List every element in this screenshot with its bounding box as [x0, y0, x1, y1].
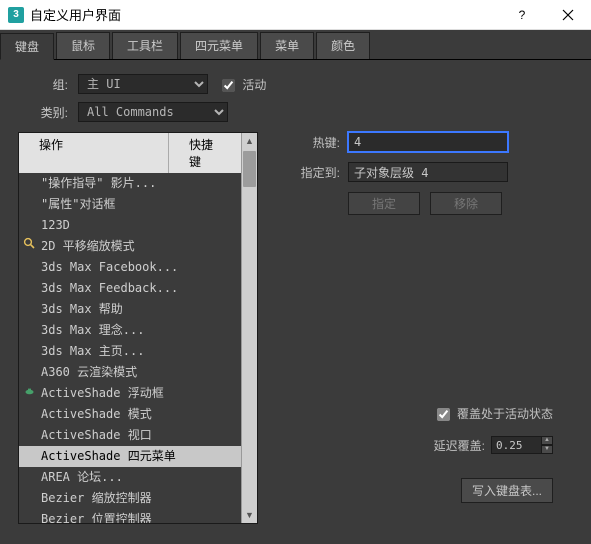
list-item-label: 3ds Max 主页... [41, 344, 144, 358]
spinner-down-icon[interactable]: ▼ [541, 445, 553, 454]
list-item-label: 123D [41, 218, 70, 232]
zoom-icon [23, 237, 37, 251]
list-item-properties-dialog[interactable]: "属性"对话框 [19, 194, 241, 215]
spinner-up-icon[interactable]: ▲ [541, 436, 553, 445]
list-item-bezier-position[interactable]: Bezier 位置控制器 [19, 509, 241, 523]
list-item-a360-cloud-render[interactable]: A360 云渲染模式 [19, 362, 241, 383]
list-item-label: A360 云渲染模式 [41, 365, 137, 379]
list-item-2d-pan-zoom[interactable]: 2D 平移缩放模式 [19, 236, 241, 257]
remove-button[interactable]: 移除 [430, 192, 502, 215]
override-active-checkbox[interactable]: 覆盖处于活动状态 [437, 407, 553, 421]
teapot-icon [23, 384, 37, 398]
list-item-label: Bezier 缩放控制器 [41, 491, 152, 505]
scroll-thumb[interactable] [243, 151, 256, 187]
group-select[interactable]: 主 UI [78, 74, 208, 94]
list-item-label: 3ds Max Feedback... [41, 281, 178, 295]
delay-label: 延迟覆盖: [434, 437, 485, 454]
active-checkbox[interactable]: 活动 [222, 76, 266, 93]
assign-button[interactable]: 指定 [348, 192, 420, 215]
group-label: 组: [18, 76, 68, 93]
assigned-to-field [348, 162, 508, 182]
list-item-activeshade-float[interactable]: ActiveShade 浮动框 [19, 383, 241, 404]
list-item-activeshade-viewport[interactable]: ActiveShade 视口 [19, 425, 241, 446]
titlebar: 3 自定义用户界面 ? [0, 0, 591, 30]
write-keyboard-chart-button[interactable]: 写入键盘表... [461, 478, 553, 503]
list-item-label: ActiveShade 四元菜单 [41, 449, 176, 463]
tab-bar: 键盘鼠标工具栏四元菜单菜单颜色 [0, 30, 591, 60]
tab-3[interactable]: 四元菜单 [180, 32, 258, 59]
scroll-up[interactable]: ▲ [242, 133, 257, 149]
list-item-label: 3ds Max Facebook... [41, 260, 178, 274]
list-item-label: ActiveShade 模式 [41, 407, 152, 421]
list-item-activeshade-quad[interactable]: ActiveShade 四元菜单 [19, 446, 241, 467]
list-item-area-forum[interactable]: AREA 论坛... [19, 467, 241, 488]
list-item-bezier-scale[interactable]: Bezier 缩放控制器 [19, 488, 241, 509]
tab-content: 组: 主 UI 活动 类别: All Commands 操作 快捷键 "操作指导… [0, 60, 591, 538]
category-select[interactable]: All Commands [78, 102, 228, 122]
list-item-label: AREA 论坛... [41, 470, 123, 484]
header-shortcut[interactable]: 快捷键 [169, 133, 241, 173]
list-item-label: "操作指导" 影片... [41, 176, 156, 190]
list-item-label: 3ds Max 理念... [41, 323, 144, 337]
tab-1[interactable]: 鼠标 [56, 32, 110, 59]
app-icon: 3 [8, 7, 24, 23]
tab-4[interactable]: 菜单 [260, 32, 314, 59]
tab-2[interactable]: 工具栏 [112, 32, 178, 59]
delay-spinner[interactable]: ▲ ▼ [491, 436, 553, 454]
list-item-label: "属性"对话框 [41, 197, 115, 211]
list-item-tutorial-video[interactable]: "操作指导" 影片... [19, 173, 241, 194]
close-icon [562, 9, 574, 21]
list-item-label: 3ds Max 帮助 [41, 302, 123, 316]
scrollbar[interactable]: ▲ ▼ [241, 133, 257, 523]
list-item-3dsmax-help[interactable]: 3ds Max 帮助 [19, 299, 241, 320]
hotkey-input[interactable] [348, 132, 508, 152]
list-item-label: ActiveShade 视口 [41, 428, 152, 442]
hotkey-label: 热键: [278, 134, 340, 151]
tab-5[interactable]: 颜色 [316, 32, 370, 59]
tab-0[interactable]: 键盘 [0, 33, 54, 60]
help-button[interactable]: ? [499, 0, 545, 30]
list-header[interactable]: 操作 快捷键 [19, 133, 241, 173]
list-item-3dsmax-home[interactable]: 3ds Max 主页... [19, 341, 241, 362]
close-button[interactable] [545, 0, 591, 30]
header-action[interactable]: 操作 [19, 133, 169, 173]
assigned-to-label: 指定到: [278, 164, 340, 181]
scroll-down[interactable]: ▼ [242, 507, 257, 523]
list-item-label: 2D 平移缩放模式 [41, 239, 135, 253]
list-item-123d[interactable]: 123D [19, 215, 241, 236]
action-list[interactable]: 操作 快捷键 "操作指导" 影片... "属性"对话框 123D 2D 平移缩放模式 3… [18, 132, 258, 524]
list-item-3dsmax-ideas[interactable]: 3ds Max 理念... [19, 320, 241, 341]
list-item-label: ActiveShade 浮动框 [41, 386, 164, 400]
category-label: 类别: [18, 104, 68, 121]
delay-input[interactable] [491, 436, 541, 454]
window-title: 自定义用户界面 [30, 5, 499, 24]
list-item-label: Bezier 位置控制器 [41, 512, 152, 523]
list-item-3dsmax-feedback[interactable]: 3ds Max Feedback... [19, 278, 241, 299]
list-item-activeshade-mode[interactable]: ActiveShade 模式 [19, 404, 241, 425]
list-item-3dsmax-facebook[interactable]: 3ds Max Facebook... [19, 257, 241, 278]
